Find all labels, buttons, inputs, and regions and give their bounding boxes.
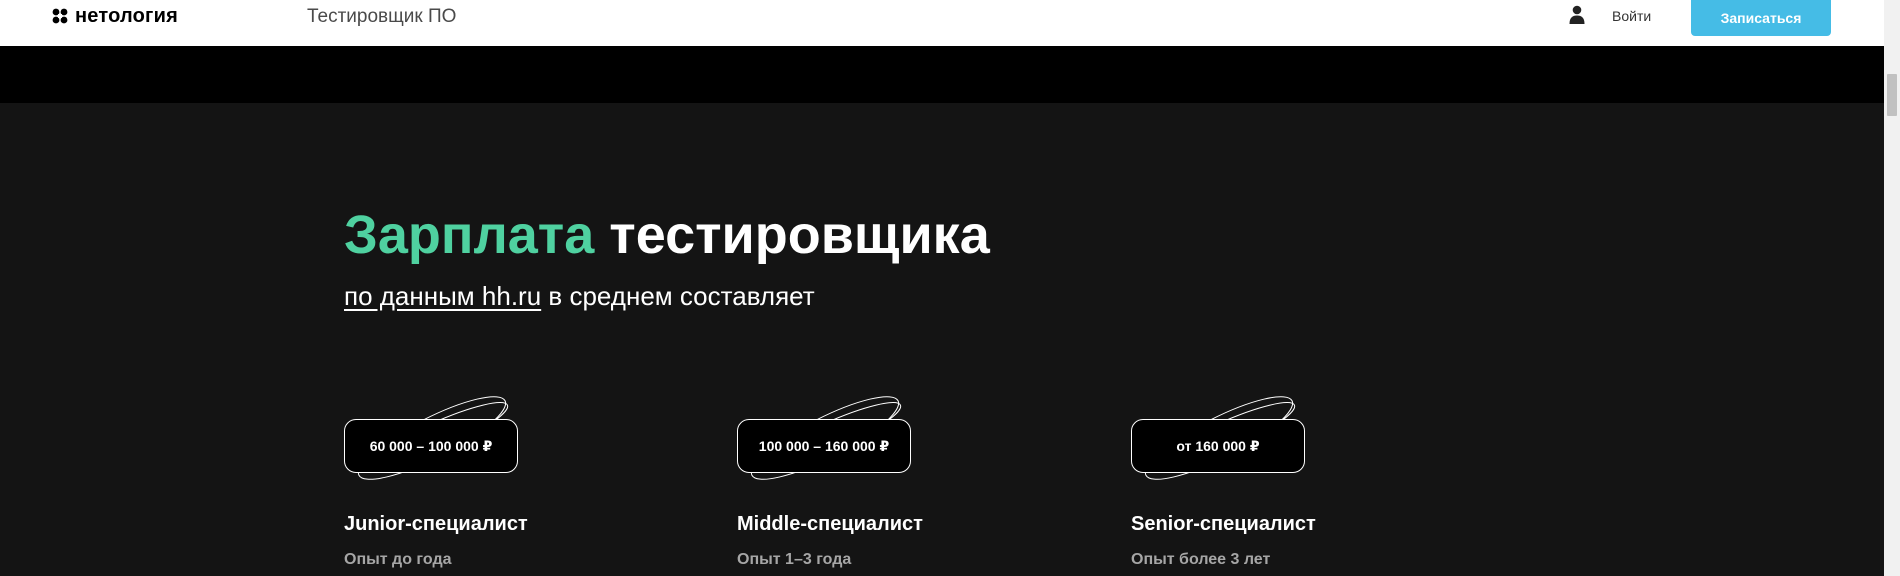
salary-section: Зарплата тестировщика по данным hh.ru в … (0, 103, 1884, 576)
salary-card-senior: от 160 000 ₽ Senior-специалист Опыт боле… (1131, 383, 1491, 576)
user-icon[interactable] (1569, 5, 1585, 25)
salary-heading: Зарплата тестировщика (344, 203, 990, 267)
price-badge: 60 000 – 100 000 ₽ (344, 419, 518, 473)
netology-logo-icon (52, 8, 68, 24)
price-badge: 100 000 – 160 000 ₽ (737, 419, 911, 473)
experience-text: Опыт более 3 лет (1131, 551, 1271, 568)
salary-subtitle: по данным hh.ru в среднем составляет (344, 281, 815, 312)
signup-button[interactable]: Записаться (1691, 0, 1831, 36)
level-title: Junior-специалист (344, 513, 528, 535)
hh-source-link[interactable]: по данным hh.ru (344, 281, 541, 311)
salary-card-middle: 100 000 – 160 000 ₽ Middle-специалист Оп… (737, 383, 1097, 576)
salary-card-junior: 60 000 – 100 000 ₽ Junior-специалист Опы… (344, 383, 704, 576)
page-scrollbar[interactable] (1884, 0, 1900, 576)
logo[interactable]: нетология (52, 4, 178, 28)
salary-heading-rest: тестировщика (609, 205, 990, 265)
salary-subtitle-text: в среднем составляет (548, 281, 815, 311)
login-link[interactable]: Войти (1612, 8, 1651, 24)
level-title: Senior-специалист (1131, 513, 1316, 535)
price-badge: от 160 000 ₽ (1131, 419, 1305, 473)
salary-heading-accent: Зарплата (344, 205, 595, 265)
hero-bottom-band (0, 46, 1884, 103)
course-title: Тестировщик ПО (307, 6, 457, 27)
site-header: нетология Тестировщик ПО Войти Записатьс… (0, 0, 1884, 46)
level-title: Middle-специалист (737, 513, 923, 535)
scrollbar-thumb[interactable] (1887, 74, 1897, 116)
experience-text: Опыт до года (344, 551, 452, 568)
logo-text: нетология (75, 4, 178, 27)
experience-text: Опыт 1–3 года (737, 551, 852, 568)
